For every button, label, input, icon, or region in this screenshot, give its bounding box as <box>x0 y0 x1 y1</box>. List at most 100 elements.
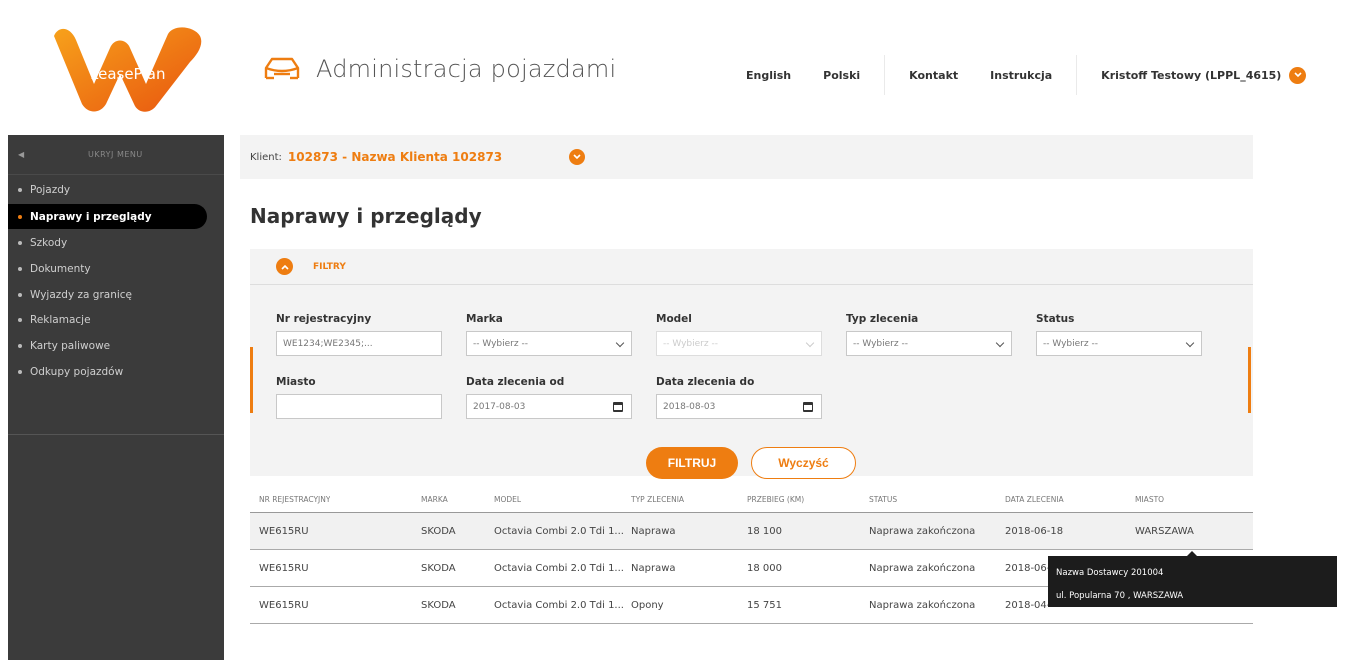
tooltip-line-1: Nazwa Dostawcy 201004 <box>1056 568 1164 578</box>
bullet-icon <box>18 318 22 323</box>
car-icon <box>264 57 300 80</box>
calendar-icon[interactable] <box>803 402 813 412</box>
chevron-down-icon <box>995 338 1005 348</box>
sidebar-item-wyjazdy[interactable]: Wyjazdy za granicę <box>8 282 224 308</box>
sidebar-item-label: Naprawy i przeglądy <box>30 210 152 223</box>
brand-select[interactable]: -- Wybierz -- <box>466 331 632 356</box>
bullet-icon <box>18 266 22 271</box>
reg-input[interactable]: WE1234;WE2345;... <box>276 331 442 356</box>
date-to-filter: Data zlecenia do 2018-08-03 <box>656 376 822 419</box>
bullet-icon <box>18 343 22 348</box>
filters-toggle[interactable]: FILTRY <box>250 249 1253 285</box>
bullet-icon <box>18 292 22 297</box>
cell-status: Naprawa zakończona <box>869 525 976 537</box>
sidebar-item-label: Wyjazdy za granicę <box>30 288 132 301</box>
cell-brand: SKODA <box>421 599 456 611</box>
order-type-label: Typ zlecenia <box>846 313 919 325</box>
cell-type: Naprawa <box>631 562 676 574</box>
cell-model: Octavia Combi 2.0 Tdi 1... <box>494 599 624 611</box>
chevron-left-icon: ◀ <box>18 150 25 159</box>
user-name: Kristoff Testowy (LPPL_4615) <box>1101 68 1282 82</box>
status-select[interactable]: -- Wybierz -- <box>1036 331 1202 356</box>
sidebar-item-naprawy[interactable]: Naprawy i przeglądy <box>8 203 207 230</box>
page-title: Naprawy i przeglądy <box>250 204 482 228</box>
sidebar-item-label: Karty paliwowe <box>30 339 111 352</box>
sidebar-item-reklamacje[interactable]: Reklamacje <box>8 307 224 333</box>
chevron-down-icon[interactable] <box>1289 66 1307 84</box>
cell-status: Naprawa zakończona <box>869 562 976 574</box>
model-select-value: -- Wybierz -- <box>663 338 718 349</box>
chevron-up-icon[interactable] <box>276 258 293 275</box>
filters-label: FILTRY <box>313 261 346 272</box>
sidebar: ◀ UKRYJ MENU Pojazdy Naprawy i przeglądy… <box>8 135 224 660</box>
order-type-select[interactable]: -- Wybierz -- <box>846 331 1012 356</box>
sidebar-item-pojazdy[interactable]: Pojazdy <box>8 177 224 203</box>
table-header: NR REJESTRACYJNY MARKA MODEL TYP ZLECENI… <box>250 486 1253 513</box>
lang-english-link[interactable]: English <box>730 69 807 82</box>
sidebar-item-szkody[interactable]: Szkody <box>8 230 224 256</box>
brand-filter: Marka -- Wybierz -- <box>466 313 632 356</box>
lang-polski-link[interactable]: Polski <box>807 69 876 82</box>
table-row[interactable]: WE615RU SKODA Octavia Combi 2.0 Tdi 1...… <box>250 513 1253 550</box>
column-header[interactable]: STATUS <box>869 495 897 504</box>
bullet-icon <box>18 241 22 246</box>
city-label: Miasto <box>276 376 316 388</box>
city-input[interactable] <box>276 394 442 419</box>
sidebar-item-odkupy[interactable]: Odkupy pojazdów <box>8 359 224 385</box>
column-header[interactable]: MIASTO <box>1135 495 1164 504</box>
instrukcja-link[interactable]: Instrukcja <box>974 69 1068 82</box>
column-header[interactable]: DATA ZLECENIA <box>1005 495 1064 504</box>
user-menu[interactable]: Kristoff Testowy (LPPL_4615) <box>1085 66 1322 84</box>
chevron-down-icon <box>805 338 815 348</box>
filters-panel: FILTRY <box>250 249 1253 476</box>
date-to-input[interactable]: 2018-08-03 <box>656 394 822 419</box>
city-filter: Miasto <box>276 376 442 419</box>
cell-mileage: 18 000 <box>747 562 782 574</box>
hide-menu-label: UKRYJ MENU <box>88 150 143 159</box>
bullet-icon <box>18 187 22 192</box>
kontakt-link[interactable]: Kontakt <box>893 69 974 82</box>
cell-model: Octavia Combi 2.0 Tdi 1... <box>494 562 624 574</box>
sidebar-item-dokumenty[interactable]: Dokumenty <box>8 256 224 282</box>
app-title: Administracja pojazdami <box>262 54 616 84</box>
chevron-down-icon[interactable] <box>569 149 585 165</box>
column-header[interactable]: NR REJESTRACYJNY <box>259 495 330 504</box>
cell-city[interactable]: WARSZAWA <box>1135 526 1194 537</box>
brand-select-value: -- Wybierz -- <box>473 338 528 349</box>
date-from-value: 2017-08-03 <box>473 401 526 412</box>
sidebar-item-label: Reklamacje <box>30 314 91 327</box>
cell-status: Naprawa zakończona <box>869 599 976 611</box>
sidebar-item-karty[interactable]: Karty paliwowe <box>8 333 224 359</box>
leaseplan-logo[interactable]: LeasePlan <box>44 22 206 114</box>
reg-filter: Nr rejestracyjny WE1234;WE2345;... <box>276 313 442 356</box>
filter-button[interactable]: FILTRUJ <box>646 447 738 479</box>
chevron-down-icon <box>615 338 625 348</box>
calendar-icon[interactable] <box>613 402 623 412</box>
hide-menu-button[interactable]: ◀ UKRYJ MENU <box>8 135 224 175</box>
column-header[interactable]: MODEL <box>494 495 624 504</box>
logo-text: LeasePlan <box>90 65 165 83</box>
date-from-input[interactable]: 2017-08-03 <box>466 394 632 419</box>
order-type-select-value: -- Wybierz -- <box>853 338 908 349</box>
model-select[interactable]: -- Wybierz -- <box>656 331 822 356</box>
supplier-tooltip: Nazwa Dostawcy 201004 ul. Popularna 70 ,… <box>1048 551 1337 607</box>
client-label: Klient: <box>250 151 282 163</box>
sidebar-menu: Pojazdy Naprawy i przeglądy Szkody Dokum… <box>8 175 224 385</box>
reg-label: Nr rejestracyjny <box>276 313 372 325</box>
left-edge-marker <box>250 347 253 413</box>
sidebar-item-label: Szkody <box>30 237 68 250</box>
column-header[interactable]: PRZEBIEG (KM) <box>747 495 804 504</box>
cell-date: 2018-04- <box>1005 599 1051 611</box>
cell-brand: SKODA <box>421 562 456 574</box>
client-value[interactable]: 102873 - Nazwa Klienta 102873 <box>288 150 502 164</box>
sidebar-item-label: Pojazdy <box>30 183 71 196</box>
cell-date: 2018-06-18 <box>1005 525 1064 537</box>
model-filter: Model -- Wybierz -- <box>656 313 822 356</box>
cell-type: Opony <box>631 599 664 611</box>
nav-divider <box>884 55 886 95</box>
cell-mileage: 18 100 <box>747 525 782 537</box>
status-select-value: -- Wybierz -- <box>1043 338 1098 349</box>
column-header[interactable]: TYP ZLECENIA <box>631 495 684 504</box>
clear-button[interactable]: Wyczyść <box>751 447 856 479</box>
column-header[interactable]: MARKA <box>421 495 448 504</box>
